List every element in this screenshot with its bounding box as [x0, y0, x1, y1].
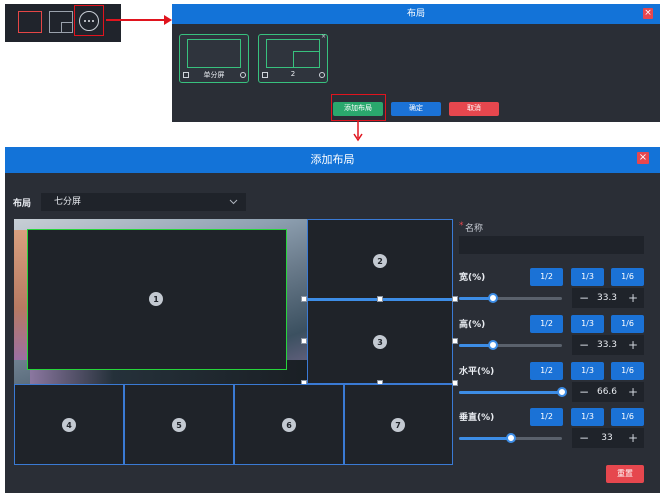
cancel-button[interactable]: 取消	[449, 102, 499, 116]
cell-number-badge: 1	[149, 292, 163, 306]
layout-dialog-title: 布局	[406, 9, 425, 19]
name-input[interactable]	[459, 236, 644, 254]
decrement-button[interactable]: −	[576, 428, 592, 448]
add-layout-dialog-title: 添加布局	[310, 153, 355, 166]
layout-label: 布局	[13, 199, 32, 209]
slider-thumb[interactable]	[557, 387, 567, 397]
increment-button[interactable]: +	[624, 335, 642, 355]
reset-button[interactable]: 重置	[606, 465, 644, 483]
arrow-right-icon	[106, 15, 172, 25]
layout-select[interactable]: 七分屏	[41, 193, 246, 211]
close-icon[interactable]: ×	[637, 152, 649, 164]
resize-handle[interactable]	[452, 338, 458, 344]
fraction-button-1-2[interactable]: 1/2	[530, 408, 563, 426]
control-label: 宽(%)	[459, 273, 486, 283]
stepper-value[interactable]: 66.6	[592, 382, 622, 402]
decrement-button[interactable]: −	[576, 288, 592, 308]
fraction-button-1-3[interactable]: 1/3	[571, 408, 604, 426]
fraction-button-1-2[interactable]: 1/2	[530, 362, 563, 380]
decrement-button[interactable]: −	[576, 382, 592, 402]
edit-icon[interactable]	[262, 72, 268, 78]
cell-number-badge: 5	[172, 418, 186, 432]
two-screen-inner-icon	[61, 22, 73, 33]
control-label: 垂直(%)	[459, 413, 495, 423]
close-icon[interactable]: ×	[643, 8, 653, 19]
fraction-button-1-6[interactable]: 1/6	[611, 408, 644, 426]
layout-thumbnail-subcell	[293, 51, 320, 68]
slider-thumb[interactable]	[506, 433, 516, 443]
add-layout-button[interactable]: 添加布局	[333, 102, 383, 116]
resize-handle[interactable]	[377, 296, 383, 302]
layout-thumbnail-label: 2	[290, 70, 296, 78]
gear-icon[interactable]	[319, 72, 325, 78]
fraction-button-1-3[interactable]: 1/3	[571, 268, 604, 286]
cell-number-badge: 6	[282, 418, 296, 432]
slider-fill	[459, 391, 562, 394]
cell-number-badge: 3	[373, 335, 387, 349]
control-label: 水平(%)	[459, 367, 495, 377]
stepper-value[interactable]: 33	[592, 428, 622, 448]
increment-button[interactable]: +	[624, 288, 642, 308]
required-mark: *	[459, 221, 464, 231]
layout-thumbnail-preview	[187, 39, 241, 68]
fraction-button-1-6[interactable]: 1/6	[611, 362, 644, 380]
slider-thumb[interactable]	[488, 340, 498, 350]
cell-number-badge: 4	[62, 418, 76, 432]
fraction-button-1-2[interactable]: 1/2	[530, 315, 563, 333]
single-screen-button[interactable]	[18, 11, 42, 33]
resize-handle[interactable]	[301, 338, 307, 344]
chevron-down-icon	[229, 199, 238, 205]
resize-handle[interactable]	[301, 296, 307, 302]
control-label: 高(%)	[459, 320, 486, 330]
preview-background-image	[14, 230, 28, 360]
increment-button[interactable]: +	[624, 428, 642, 448]
edit-icon[interactable]	[183, 72, 189, 78]
name-label: 名称	[465, 224, 484, 234]
stepper-value[interactable]: 33.3	[592, 288, 622, 308]
confirm-button[interactable]: 确定	[391, 102, 441, 116]
slider-thumb[interactable]	[488, 293, 498, 303]
close-icon[interactable]: ×	[321, 34, 327, 40]
slider-fill	[459, 437, 511, 440]
fraction-button-1-6[interactable]: 1/6	[611, 315, 644, 333]
gear-icon[interactable]	[240, 72, 246, 78]
fraction-button-1-6[interactable]: 1/6	[611, 268, 644, 286]
layout-thumbnail-label: 单分屏	[203, 71, 225, 79]
resize-handle[interactable]	[452, 296, 458, 302]
fraction-button-1-3[interactable]: 1/3	[571, 362, 604, 380]
cell-number-badge: 7	[391, 418, 405, 432]
layout-dialog-header: 布局	[172, 4, 660, 24]
fraction-button-1-2[interactable]: 1/2	[530, 268, 563, 286]
fraction-button-1-3[interactable]: 1/3	[571, 315, 604, 333]
stepper-value[interactable]: 33.3	[592, 335, 622, 355]
more-icon[interactable]	[79, 11, 99, 31]
decrement-button[interactable]: −	[576, 335, 592, 355]
add-layout-dialog-header: 添加布局	[5, 147, 660, 173]
cell-number-badge: 2	[373, 254, 387, 268]
layout-select-value: 七分屏	[54, 197, 82, 207]
arrow-down-icon	[353, 121, 363, 142]
increment-button[interactable]: +	[624, 382, 642, 402]
